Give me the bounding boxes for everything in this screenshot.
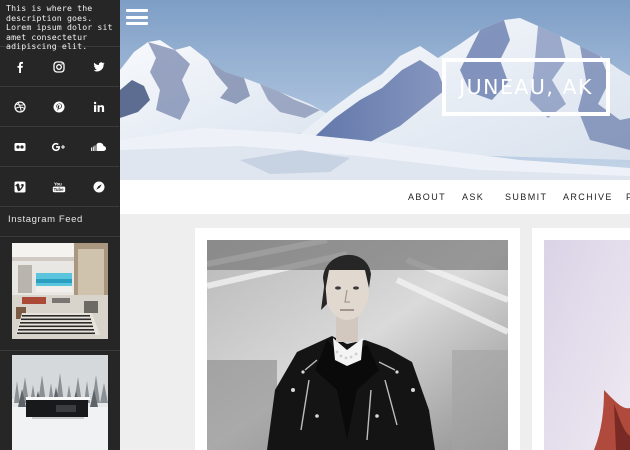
dribbble-icon [13, 100, 26, 113]
post-photo-portrait[interactable] [544, 240, 630, 450]
soundcloud-icon [91, 142, 106, 151]
flickr-link[interactable] [0, 127, 39, 167]
header-banner: JUNEAU, AK [120, 0, 630, 180]
nav-link-archive[interactable]: ARCHIVE [563, 192, 613, 202]
nav-link-ask[interactable]: ASK [462, 192, 484, 202]
twitter-icon [93, 61, 105, 71]
post-card-partial [532, 228, 630, 450]
blog-title: JUNEAU, AK [459, 75, 593, 99]
nav-link-more[interactable]: F [626, 192, 630, 202]
google-plus-icon [51, 142, 65, 151]
twitter-link[interactable] [79, 47, 119, 87]
vimeo-link[interactable] [0, 167, 39, 207]
behance-link[interactable] [79, 167, 119, 207]
instagram-photo-winter-house[interactable] [12, 355, 108, 450]
pinterest-icon [53, 101, 65, 112]
svg-text:You: You [54, 181, 62, 186]
post-card [195, 228, 520, 450]
blog-description: This is where the description goes. Lore… [6, 3, 113, 52]
youtube-icon: YouTube [52, 181, 66, 192]
top-navigation: ABOUT ASK SUBMIT ARCHIVE F [120, 180, 630, 214]
social-links: You Tube [0, 46, 120, 207]
svg-text:Tube: Tube [54, 187, 65, 192]
divider [0, 339, 120, 351]
instagram-photo-interior[interactable] [12, 243, 108, 339]
pinterest-link[interactable] [39, 87, 79, 127]
flickr-icon [14, 142, 25, 151]
nav-link-submit[interactable]: SUBMIT [505, 192, 547, 202]
instagram-feed-title: Instagram Feed [0, 207, 120, 237]
instagram-icon [53, 60, 65, 73]
dribbble-link[interactable] [0, 87, 39, 127]
facebook-icon [17, 61, 23, 73]
youtube-link[interactable]: You Tube [39, 167, 79, 207]
menu-button[interactable] [126, 9, 148, 25]
blog-title-box[interactable]: JUNEAU, AK [442, 58, 610, 116]
sidebar: This is where the description goes. Lore… [0, 0, 120, 450]
linkedin-icon [93, 101, 105, 112]
instagram-link[interactable] [39, 47, 79, 87]
vimeo-icon [14, 181, 25, 192]
facebook-link[interactable] [0, 47, 39, 87]
behance-icon [93, 181, 105, 192]
google-plus-link[interactable] [39, 127, 79, 167]
soundcloud-link[interactable] [79, 127, 119, 167]
hamburger-menu-icon [126, 9, 148, 12]
nav-link-about[interactable]: ABOUT [408, 192, 446, 202]
linkedin-link[interactable] [79, 87, 119, 127]
post-photo-leather-jacket-model[interactable] [207, 240, 508, 450]
